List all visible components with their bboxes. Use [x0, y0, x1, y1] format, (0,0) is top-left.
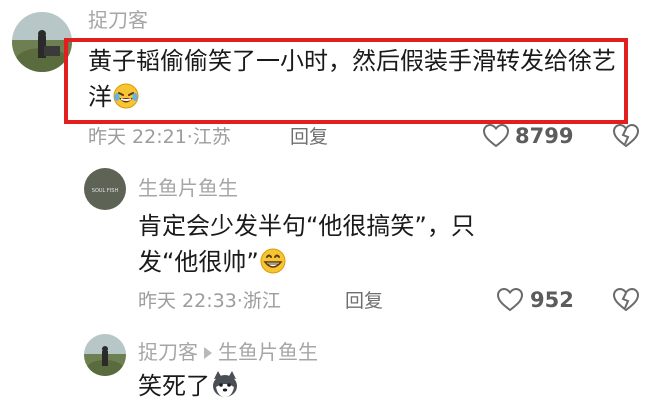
dislike-button[interactable] — [612, 123, 640, 149]
comment-text-content: 肯定会少发半句“他很搞笑”，只发“他很帅” — [138, 212, 475, 276]
comment-username[interactable]: 捉刀客 — [88, 8, 148, 32]
like-button[interactable]: 952 — [496, 287, 576, 315]
comment-text: 笑死了 — [138, 368, 538, 409]
comment-location: 江苏 — [192, 126, 231, 148]
reply-header: 捉刀客 生鱼片鱼生 — [138, 340, 318, 364]
dislike-button[interactable] — [612, 287, 640, 313]
reply-button[interactable]: 回复 — [290, 125, 328, 149]
comment-meta: 昨天 22:33·浙江 — [138, 289, 281, 313]
reply-to-username[interactable]: 生鱼片鱼生 — [218, 340, 318, 364]
avatar-photo — [84, 334, 126, 376]
broken-heart-icon — [612, 123, 640, 148]
comment-text-content: 笑死了 — [138, 372, 210, 400]
like-button[interactable]: 8799 — [482, 123, 576, 151]
avatar-photo: SOUL FISH — [84, 168, 126, 210]
like-count: 952 — [530, 288, 574, 312]
comment-username[interactable]: 捉刀客 — [138, 340, 198, 364]
comment-text: 黄子韬偷偷笑了一小时，然后假装手滑转发给徐艺洋 — [88, 43, 623, 120]
avatar[interactable]: SOUL FISH — [84, 168, 126, 210]
comment-text: 肯定会少发半句“他很搞笑”，只发“他很帅” — [138, 208, 518, 285]
grin-emoji — [259, 247, 287, 285]
avatar-text: SOUL FISH — [92, 188, 119, 194]
rolling-laugh-emoji — [112, 82, 140, 120]
avatar[interactable] — [84, 334, 126, 376]
heart-icon — [482, 123, 510, 148]
comment-location: 浙江 — [242, 290, 281, 312]
avatar[interactable] — [12, 12, 72, 72]
reply-button[interactable]: 回复 — [345, 289, 383, 313]
comment-text-content: 黄子韬偷偷笑了一小时，然后假装手滑转发给徐艺洋 — [88, 47, 616, 111]
husky-emoji — [210, 369, 240, 409]
like-count: 8799 — [515, 124, 574, 148]
comment-time: 昨天 22:33 — [138, 290, 237, 312]
comment-username[interactable]: 生鱼片鱼生 — [138, 176, 238, 200]
broken-heart-icon — [612, 287, 640, 312]
reply-arrow-icon — [204, 346, 212, 359]
heart-icon — [496, 287, 524, 312]
comment-meta: 昨天 22:21·江苏 — [88, 125, 231, 149]
avatar-photo — [12, 12, 72, 72]
comment-time: 昨天 22:21 — [88, 126, 187, 148]
